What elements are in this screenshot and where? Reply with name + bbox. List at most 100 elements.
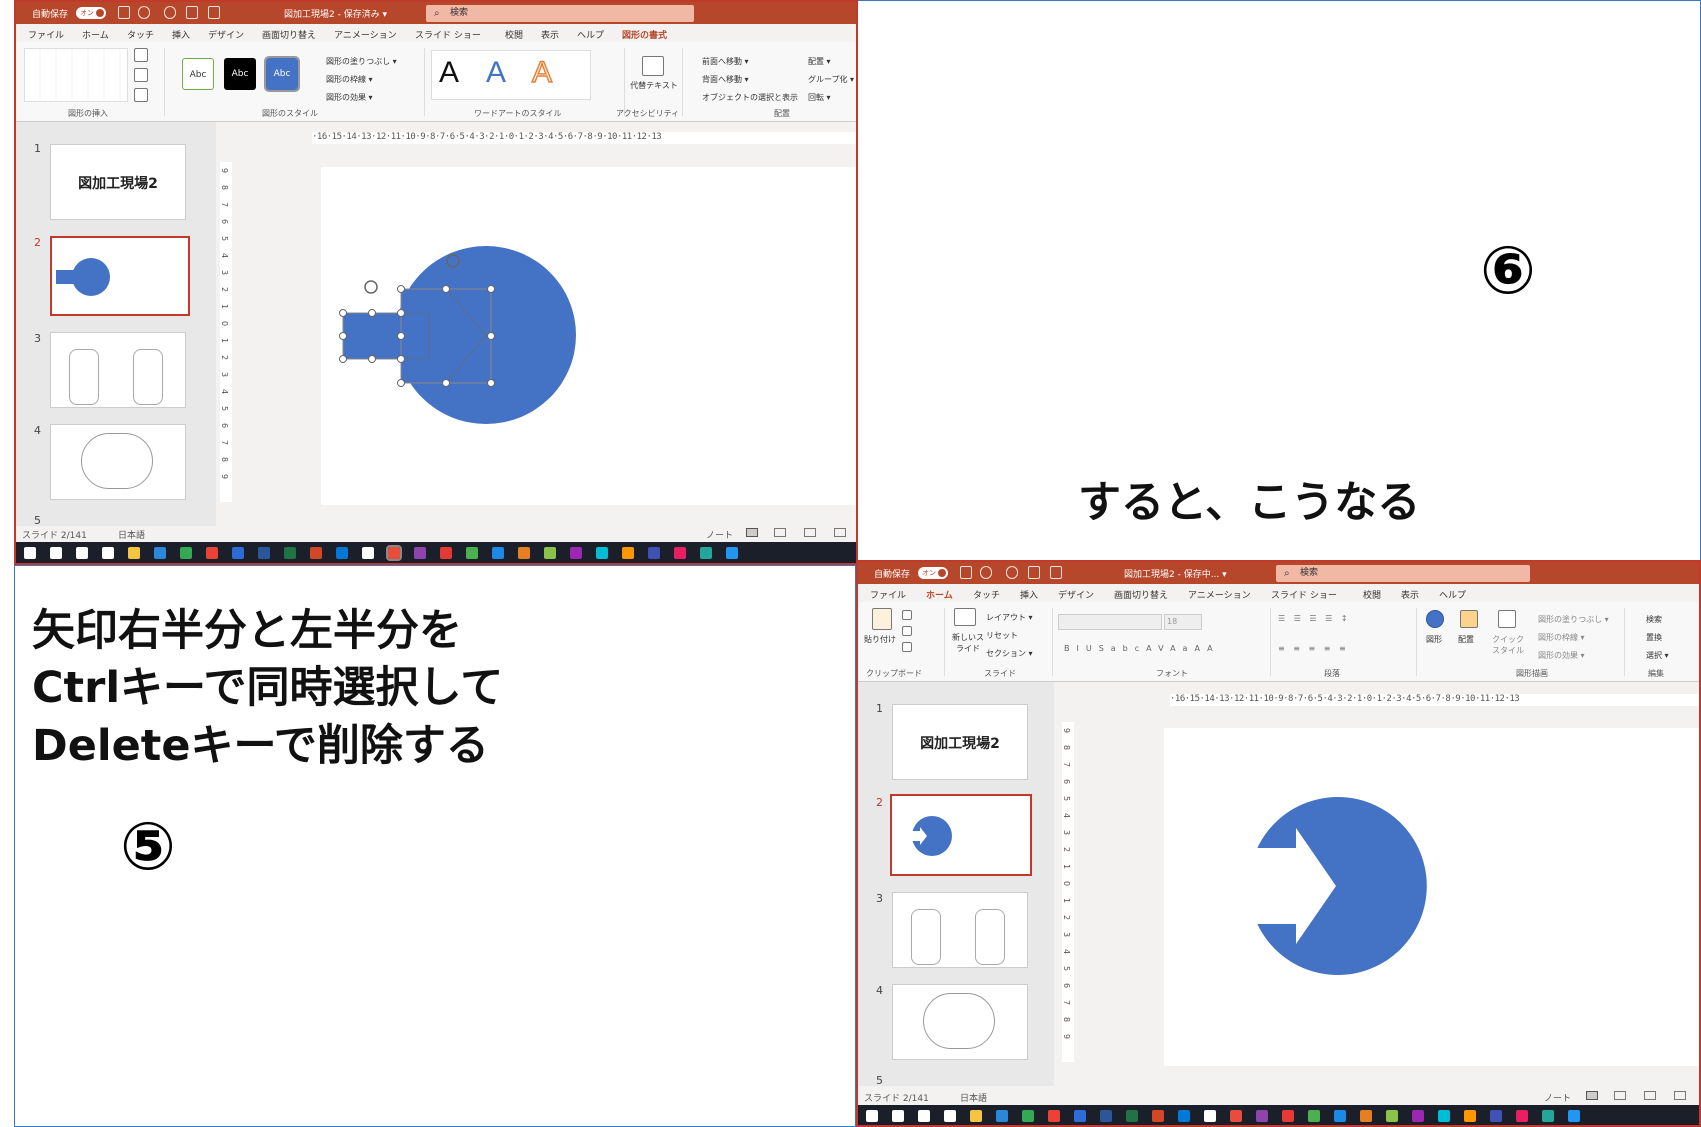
- notes-button[interactable]: ノート: [706, 528, 733, 541]
- view-normal-icon[interactable]: [746, 528, 758, 537]
- taskbar-app-icon[interactable]: [726, 547, 738, 559]
- taskbar-app-icon[interactable]: [674, 547, 686, 559]
- shape-outline-button[interactable]: 図形の枠線 ▾: [326, 74, 373, 85]
- alt-text-icon[interactable]: [642, 56, 664, 76]
- send-backward-button[interactable]: 背面へ移動 ▾: [702, 74, 749, 85]
- alt-text-button[interactable]: 代替テキスト: [630, 80, 678, 91]
- tab-5[interactable]: 画面切り替え: [262, 28, 316, 41]
- taskbar-app-icon[interactable]: [970, 1110, 982, 1122]
- bring-forward-button[interactable]: 前面へ移動 ▾: [702, 56, 749, 67]
- taskbar-app-icon[interactable]: [1542, 1110, 1554, 1122]
- taskbar-app-icon[interactable]: [1334, 1110, 1346, 1122]
- taskbar-app-icon[interactable]: [466, 547, 478, 559]
- tab-2[interactable]: タッチ: [973, 588, 1000, 601]
- taskbar-app-icon[interactable]: [1074, 1110, 1086, 1122]
- undo-icon[interactable]: [980, 566, 992, 579]
- tab-2[interactable]: タッチ: [127, 28, 154, 41]
- shape-fill-button[interactable]: 図形の塗りつぶし ▾: [1538, 614, 1609, 625]
- tab-10[interactable]: ヘルプ: [1439, 588, 1466, 601]
- shapes-button[interactable]: 図形: [1426, 634, 1442, 645]
- undo-icon[interactable]: [138, 6, 150, 19]
- tab-6[interactable]: アニメーション: [334, 28, 397, 41]
- tab-9[interactable]: 表示: [541, 28, 559, 41]
- taskbar-app-icon[interactable]: [1360, 1110, 1372, 1122]
- cut-icon[interactable]: [902, 610, 912, 620]
- taskbar-app-icon[interactable]: [1282, 1110, 1294, 1122]
- taskbar-app-icon[interactable]: [622, 547, 634, 559]
- tab-4[interactable]: デザイン: [208, 28, 244, 41]
- slide-thumb-1[interactable]: 図加工現場2: [50, 144, 186, 220]
- quick-style-icon[interactable]: [1498, 610, 1516, 628]
- taskbar-app-icon[interactable]: [1412, 1110, 1424, 1122]
- notes-button[interactable]: ノート: [1544, 1091, 1571, 1104]
- shape-effect-button[interactable]: 図形の効果 ▾: [1538, 650, 1585, 661]
- present-icon[interactable]: [1028, 566, 1040, 579]
- tab-0[interactable]: ファイル: [28, 28, 64, 41]
- shape-outline-button[interactable]: 図形の枠線 ▾: [1538, 632, 1585, 643]
- taskbar-app-icon[interactable]: [258, 547, 270, 559]
- taskbar-app-icon[interactable]: [284, 547, 296, 559]
- slide-thumb-3[interactable]: [892, 892, 1028, 968]
- taskbar-app-icon[interactable]: [700, 547, 712, 559]
- taskbar-app-icon[interactable]: [336, 547, 348, 559]
- format-painter-icon[interactable]: [902, 642, 912, 652]
- taskbar-app-icon[interactable]: [1230, 1110, 1242, 1122]
- replace-button[interactable]: 置換: [1646, 632, 1662, 643]
- taskbar-app-icon[interactable]: [414, 547, 426, 559]
- redo-icon[interactable]: [1006, 566, 1018, 579]
- taskbar-app-icon[interactable]: [1464, 1110, 1476, 1122]
- view-sorter-icon[interactable]: [1614, 1091, 1626, 1100]
- windows-start-icon[interactable]: [866, 1110, 878, 1122]
- layout-button[interactable]: レイアウト ▾: [986, 612, 1033, 623]
- taskbar-app-icon[interactable]: [544, 547, 556, 559]
- wordart-blue[interactable]: A: [486, 56, 506, 90]
- taskbar-app-icon[interactable]: [362, 547, 374, 559]
- select-button[interactable]: 選択 ▾: [1646, 650, 1669, 661]
- arrange-icon[interactable]: [1460, 610, 1478, 628]
- font-name-box[interactable]: [1058, 614, 1162, 630]
- new-slide-icon[interactable]: [954, 608, 976, 626]
- taskbar-app-icon[interactable]: [1256, 1110, 1268, 1122]
- tab-8[interactable]: 校閲: [1363, 588, 1381, 601]
- tab-10[interactable]: ヘルプ: [577, 28, 604, 41]
- taskbar-app-icon[interactable]: [1048, 1110, 1060, 1122]
- slide-thumb-4[interactable]: [50, 424, 186, 500]
- view-sorter-icon[interactable]: [774, 528, 786, 537]
- group-button[interactable]: グループ化 ▾: [808, 74, 854, 85]
- shapes-icon[interactable]: [1426, 610, 1444, 628]
- taskbar-app-icon[interactable]: [1490, 1110, 1502, 1122]
- tab-9[interactable]: 表示: [1401, 588, 1419, 601]
- shape-gallery[interactable]: [24, 48, 128, 102]
- style-outline-button[interactable]: Abc: [182, 58, 214, 90]
- shape-fill-button[interactable]: 図形の塗りつぶし ▾: [326, 56, 397, 67]
- redo-icon[interactable]: [164, 6, 176, 19]
- tab-8[interactable]: 校閲: [505, 28, 523, 41]
- tab-5[interactable]: 画面切り替え: [1114, 588, 1168, 601]
- taskbar-app-icon[interactable]: [1204, 1110, 1216, 1122]
- taskbar-app-icon[interactable]: [180, 547, 192, 559]
- touch-icon[interactable]: [1050, 566, 1062, 579]
- windows-start-icon[interactable]: [24, 547, 36, 559]
- taskbar-app-icon[interactable]: [206, 547, 218, 559]
- taskbar-app-icon[interactable]: [1100, 1110, 1112, 1122]
- taskbar-app-icon[interactable]: [386, 545, 402, 561]
- arrange-button[interactable]: 配置: [1458, 634, 1474, 645]
- taskbar-app-icon[interactable]: [1568, 1110, 1580, 1122]
- taskbar-app-icon[interactable]: [944, 1110, 956, 1122]
- taskbar-app-icon[interactable]: [1438, 1110, 1450, 1122]
- search-icon[interactable]: [892, 1110, 904, 1122]
- view-slideshow-icon[interactable]: [834, 528, 846, 537]
- save-icon[interactable]: [960, 566, 972, 579]
- taskbar-app-icon[interactable]: [76, 547, 88, 559]
- autosave-toggle[interactable]: オン: [76, 7, 106, 19]
- merge-shapes-icon[interactable]: [134, 88, 148, 102]
- align-button[interactable]: 配置 ▾: [808, 56, 831, 67]
- slide-thumb-1[interactable]: 図加工現場2: [892, 704, 1028, 780]
- paste-icon[interactable]: [872, 608, 892, 630]
- taskbar-app-icon[interactable]: [310, 547, 322, 559]
- tab-4[interactable]: デザイン: [1058, 588, 1094, 601]
- slide-thumb-3[interactable]: [50, 332, 186, 408]
- tab-0[interactable]: ファイル: [870, 588, 906, 601]
- shape-effect-button[interactable]: 図形の効果 ▾: [326, 92, 373, 103]
- taskbar-app-icon[interactable]: [154, 547, 166, 559]
